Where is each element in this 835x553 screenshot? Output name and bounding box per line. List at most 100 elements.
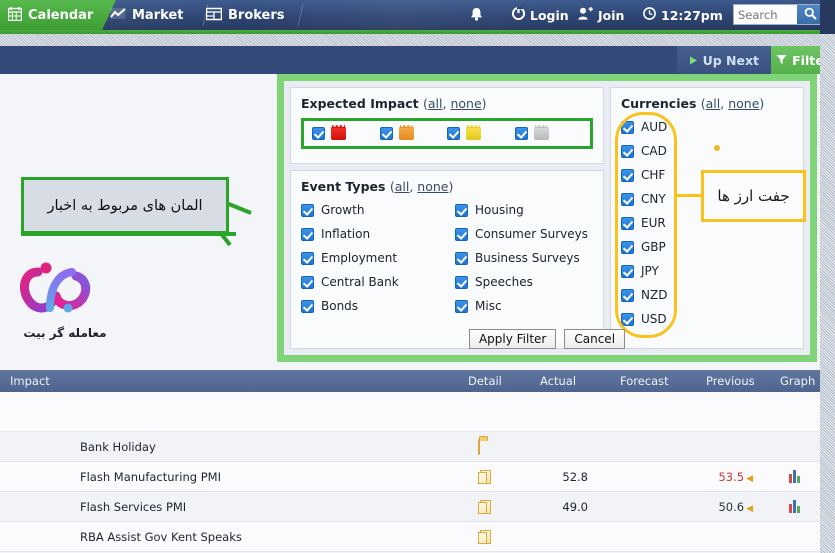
growth-checkbox[interactable] — [301, 203, 314, 217]
misc-label: Misc — [475, 299, 502, 313]
impact-option-low[interactable] — [447, 127, 515, 140]
currency-item-aud[interactable]: AUD — [621, 120, 793, 134]
inflation-checkbox[interactable] — [301, 227, 314, 241]
join-label: Join — [598, 7, 625, 23]
up-next-button[interactable]: Up Next — [676, 46, 771, 74]
search-box[interactable] — [733, 4, 825, 25]
speeches-checkbox[interactable] — [455, 275, 468, 289]
row-detail-cell[interactable] — [478, 500, 491, 518]
currency-item-nzd[interactable]: NZD — [621, 288, 793, 302]
employment-label: Employment — [321, 251, 398, 265]
row-previous: 53.5 — [718, 470, 745, 484]
tab-brokers[interactable]: Brokers — [196, 0, 306, 30]
jpy-label: JPY — [641, 264, 659, 278]
document-icon — [478, 530, 491, 545]
event-type-consumer-surveys[interactable]: Consumer Surveys — [455, 227, 593, 241]
header-previous: Previous — [706, 374, 755, 388]
expected-impact-select-all[interactable]: all — [428, 96, 443, 111]
folder-icon — [478, 439, 480, 455]
gbp-checkbox[interactable] — [621, 240, 634, 254]
row-detail-cell[interactable] — [478, 439, 480, 455]
cad-checkbox[interactable] — [621, 144, 634, 158]
login-button[interactable]: Login — [511, 0, 569, 30]
chart-icon — [110, 7, 126, 24]
bar-chart-icon — [789, 470, 800, 483]
event-type-speeches[interactable]: Speeches — [455, 275, 593, 289]
join-button[interactable]: Join — [578, 0, 624, 30]
calendar-icon — [7, 6, 23, 24]
impact-option-none[interactable] — [514, 127, 583, 140]
header-actual: Actual — [540, 374, 577, 388]
row-graph-cell[interactable] — [789, 500, 800, 516]
table-row[interactable]: Flash Services PMI 49.0 50.6 ◀ — [0, 492, 820, 522]
non-economic-folder-icon — [533, 127, 549, 140]
low-impact-folder-icon — [466, 127, 481, 140]
expected-impact-title: Expected Impact (all, none) — [301, 96, 593, 111]
filter-panel: Expected Impact (all, none) Event Types … — [277, 74, 817, 362]
paren-close: ) — [481, 96, 487, 111]
housing-checkbox[interactable] — [455, 203, 468, 217]
impact-medium-checkbox[interactable] — [379, 127, 393, 140]
cny-label: CNY — [641, 192, 666, 206]
table-row[interactable]: RBA Assist Gov Kent Speaks — [0, 522, 820, 552]
vertical-scrollbar[interactable] — [820, 34, 835, 553]
currencies-select-none[interactable]: none — [728, 96, 759, 111]
impact-high-checkbox[interactable] — [312, 127, 325, 140]
currency-item-gbp[interactable]: GBP — [621, 240, 793, 254]
event-types-card: Event Types (all, none) Growth Housing I… — [290, 170, 604, 349]
employment-checkbox[interactable] — [301, 251, 314, 265]
impact-option-high[interactable] — [312, 127, 380, 140]
aud-checkbox[interactable] — [621, 120, 634, 134]
tab-market[interactable]: Market — [100, 0, 205, 30]
event-type-business-surveys[interactable]: Business Surveys — [455, 251, 593, 265]
jpy-checkbox[interactable] — [621, 264, 634, 278]
impact-low-checkbox[interactable] — [447, 127, 460, 140]
bonds-checkbox[interactable] — [301, 299, 314, 313]
event-type-misc[interactable]: Misc — [455, 299, 593, 313]
apply-filter-button[interactable]: Apply Filter — [468, 329, 557, 349]
chf-checkbox[interactable] — [621, 168, 634, 182]
previous-revision-arrow-icon: ◀ — [746, 504, 753, 514]
impact-none-checkbox[interactable] — [514, 127, 528, 140]
misc-checkbox[interactable] — [455, 299, 468, 313]
event-types-select-all[interactable]: all — [395, 179, 410, 194]
cad-label: CAD — [641, 144, 667, 158]
event-type-growth[interactable]: Growth — [301, 203, 451, 217]
business-surveys-label: Business Surveys — [475, 251, 580, 265]
row-graph-cell[interactable] — [789, 470, 800, 486]
row-detail-cell[interactable] — [478, 470, 491, 488]
row-detail-cell[interactable] — [478, 530, 491, 548]
event-type-inflation[interactable]: Inflation — [301, 227, 451, 241]
currencies-select-all[interactable]: all — [706, 96, 721, 111]
consumer-surveys-checkbox[interactable] — [455, 227, 468, 241]
eur-checkbox[interactable] — [621, 216, 634, 230]
expected-impact-options — [301, 118, 593, 149]
event-type-bonds[interactable]: Bonds — [301, 299, 451, 313]
header-impact: Impact — [10, 374, 50, 388]
currency-item-usd[interactable]: USD — [621, 312, 793, 326]
search-input[interactable] — [734, 5, 797, 24]
event-type-housing[interactable]: Housing — [455, 203, 593, 217]
cny-checkbox[interactable] — [621, 192, 634, 206]
usd-checkbox[interactable] — [621, 312, 634, 326]
cancel-button[interactable]: Cancel — [564, 329, 626, 349]
currency-item-jpy[interactable]: JPY — [621, 264, 793, 278]
table-row[interactable]: Bank Holiday — [0, 432, 820, 462]
table-row[interactable]: Flash Manufacturing PMI 52.8 53.5 ◀ — [0, 462, 820, 492]
document-icon — [478, 470, 491, 485]
usd-label: USD — [641, 312, 667, 326]
central-bank-checkbox[interactable] — [301, 275, 314, 289]
calendar-page: Calendar Market Brokers Login Join 12:27… — [0, 0, 835, 553]
expected-impact-select-none[interactable]: none — [450, 96, 481, 111]
nzd-checkbox[interactable] — [621, 288, 634, 302]
notifications-bell-button[interactable] — [470, 0, 483, 30]
event-types-select-none[interactable]: none — [417, 179, 448, 194]
filter-actions: Apply Filter Cancel — [284, 329, 810, 349]
tab-calendar[interactable]: Calendar — [0, 0, 116, 30]
event-type-employment[interactable]: Employment — [301, 251, 451, 265]
currency-item-cad[interactable]: CAD — [621, 144, 793, 158]
growth-label: Growth — [321, 203, 365, 217]
business-surveys-checkbox[interactable] — [455, 251, 468, 265]
impact-option-medium[interactable] — [379, 127, 448, 140]
event-type-central-bank[interactable]: Central Bank — [301, 275, 451, 289]
